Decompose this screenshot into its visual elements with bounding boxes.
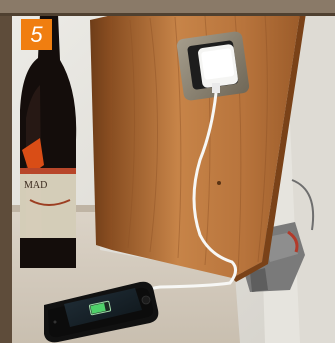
wine-label-text: MAD	[24, 180, 47, 191]
photo-frame: MAD 5	[0, 0, 335, 343]
wall-outlet	[176, 31, 250, 101]
step-number-badge: 5	[21, 19, 52, 50]
top-strip	[0, 0, 335, 13]
charging-station-photo: MAD	[0, 0, 335, 343]
